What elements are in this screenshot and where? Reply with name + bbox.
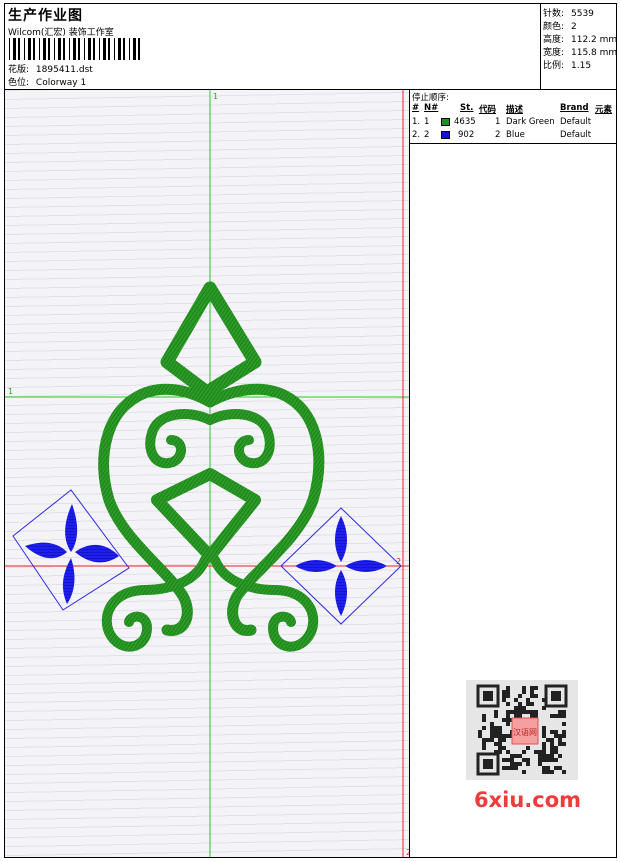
- colorway-label: 色位:: [8, 78, 30, 88]
- green-v-label: 1: [213, 92, 218, 101]
- col-header-index: #: [412, 103, 420, 113]
- embroidery-preview: 1 1 2 2: [5, 90, 409, 857]
- colorway-row: 色位: Colorway 1: [8, 75, 86, 88]
- green-motif: [98, 281, 325, 652]
- color-swatch: [441, 118, 450, 126]
- left-spiral: [145, 409, 215, 469]
- design-label: 花版:: [8, 65, 30, 75]
- qr-center-logo: 汉语网: [513, 727, 537, 737]
- col-header-code: 代码: [479, 105, 497, 115]
- design-height: 高度: 112.2 mm: [543, 35, 618, 45]
- red-v-label: 2: [406, 848, 409, 857]
- col-header-needle: N#: [424, 103, 439, 113]
- design-scale: 比例: 1.15: [543, 61, 592, 71]
- sheet-header: 生产作业图 Wilcom(汇宏) 装饰工作室 花版: 1895411.dst 色…: [5, 4, 617, 90]
- stop-sequence-title: 停止顺序:: [412, 93, 449, 103]
- col-header-description: 描述: [506, 105, 524, 115]
- col-header-brand: Brand: [560, 103, 589, 113]
- right-spiral: [205, 409, 275, 469]
- top-triangle: [160, 281, 262, 399]
- barcode: [9, 38, 140, 60]
- stitch-count: 针数: 5539: [543, 9, 594, 19]
- design-info-box: 针数: 5539 颜色: 2 高度: 112.2 mm 宽度: 115.8 mm 比例:…: [540, 4, 617, 89]
- design-file-value: 1895411.dst: [35, 65, 93, 75]
- design-width: 宽度: 115.8 mm: [543, 48, 618, 58]
- company-name: Wilcom(汇宏) 装饰工作室: [8, 28, 114, 38]
- col-header-stitches: St.: [460, 103, 474, 113]
- colorway-value: Colorway 1: [35, 78, 87, 88]
- color-count: 颜色: 2: [543, 22, 577, 32]
- inner-triangle: [151, 468, 261, 562]
- color-swatch: [441, 131, 450, 139]
- qr-code-watermark: 汉语网: [466, 680, 578, 780]
- page-title: 生产作业图: [8, 8, 83, 24]
- watermark-text: 6xiu.com: [474, 788, 582, 812]
- green-h-label: 1: [8, 387, 13, 396]
- design-canvas[interactable]: 1 1 2 2: [5, 90, 410, 857]
- stop-sequence-panel: 停止顺序: # N# St. 代码 描述 Brand 元素 1. 1 4635 …: [410, 90, 616, 144]
- design-file-row: 花版: 1895411.dst: [8, 62, 93, 75]
- col-header-element: 元素: [595, 105, 613, 115]
